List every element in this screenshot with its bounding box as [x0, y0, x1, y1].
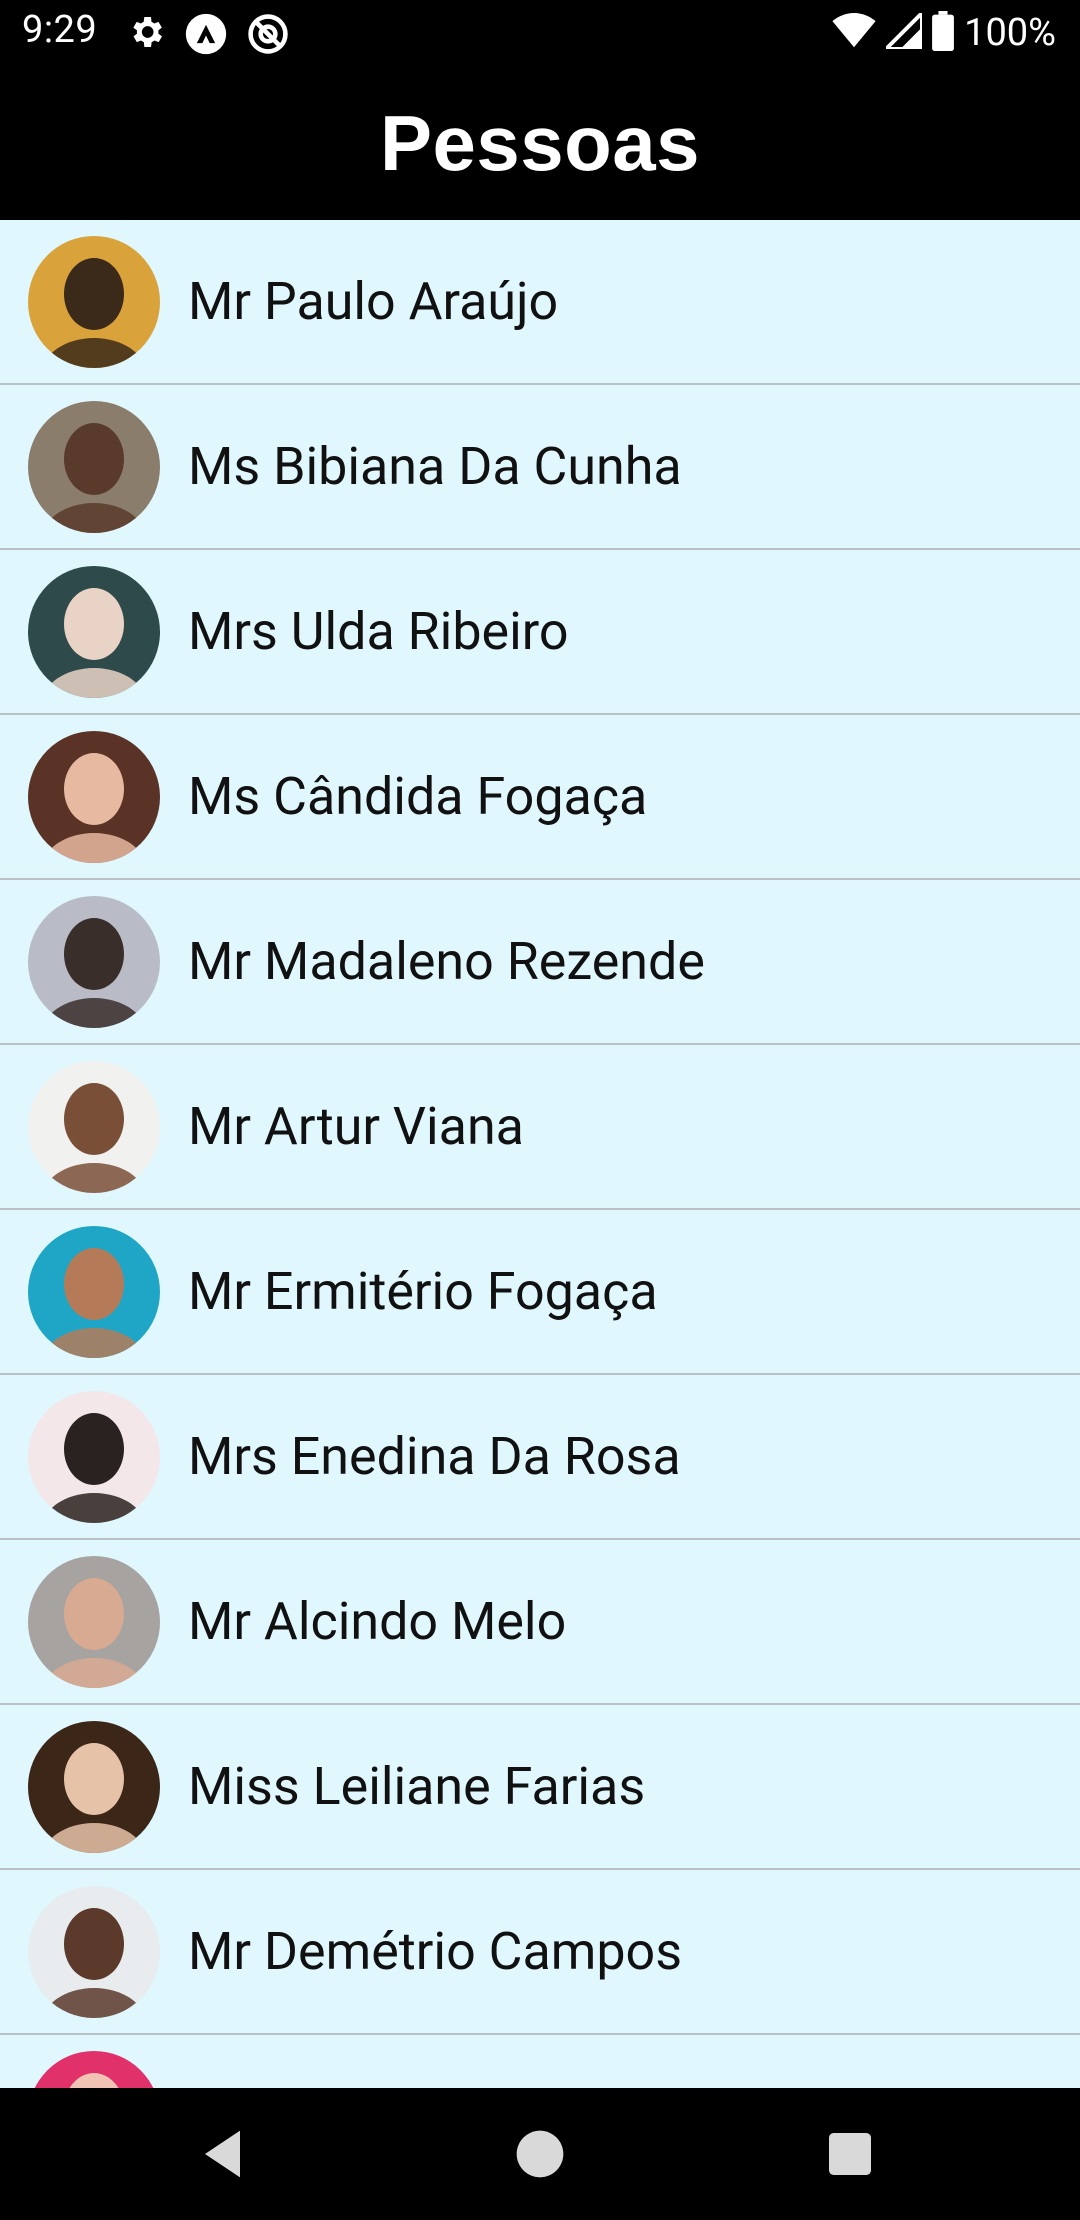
- avatar: [28, 731, 160, 863]
- avatar: [28, 896, 160, 1028]
- status-bar: 9:29 100%: [0, 0, 1080, 66]
- list-item[interactable]: [0, 2035, 1080, 2088]
- no-tracking-icon: [246, 12, 290, 56]
- list-item[interactable]: Mr Paulo Araújo: [0, 220, 1080, 385]
- person-name: Mrs Ulda Ribeiro: [188, 601, 569, 662]
- person-name: Miss Leiliane Farias: [188, 1756, 646, 1817]
- people-list[interactable]: Mr Paulo Araújo Ms Bibiana Da Cunha Mrs Ul…: [0, 220, 1080, 2088]
- avatar: [28, 566, 160, 698]
- signal-icon: [881, 8, 925, 53]
- list-item[interactable]: Mr Demétrio Campos: [0, 1870, 1080, 2035]
- battery-icon: [932, 11, 955, 55]
- status-left-icons: [126, 12, 290, 56]
- app-a-icon: [184, 12, 228, 56]
- avatar: [28, 401, 160, 533]
- list-item[interactable]: Ms Bibiana Da Cunha: [0, 385, 1080, 550]
- person-name: Mr Artur Viana: [188, 1096, 524, 1157]
- person-name: Mr Alcindo Melo: [188, 1591, 567, 1652]
- person-name: Mrs Enedina Da Rosa: [188, 1426, 681, 1487]
- avatar: [28, 2051, 160, 2088]
- avatar: [28, 1061, 160, 1193]
- list-item[interactable]: Mrs Enedina Da Rosa: [0, 1375, 1080, 1540]
- avatar: [28, 1226, 160, 1358]
- person-name: Ms Cândida Fogaça: [188, 766, 648, 827]
- person-name: Mr Paulo Araújo: [188, 271, 559, 332]
- list-item[interactable]: Ms Cândida Fogaça: [0, 715, 1080, 880]
- list-item[interactable]: Miss Leiliane Farias: [0, 1705, 1080, 1870]
- wifi-icon: [832, 13, 876, 53]
- battery-percent: 100%: [964, 11, 1056, 55]
- page-title: Pessoas: [379, 98, 701, 187]
- navigation-bar: [0, 2088, 1080, 2220]
- home-icon[interactable]: [512, 2126, 568, 2182]
- list-item[interactable]: Mr Ermitério Fogaça: [0, 1210, 1080, 1375]
- settings-icon: [126, 12, 166, 56]
- avatar: [28, 236, 160, 368]
- app-bar: Pessoas: [0, 66, 1080, 220]
- list-item[interactable]: Mrs Ulda Ribeiro: [0, 550, 1080, 715]
- status-right: 100%: [832, 8, 1056, 58]
- list-item[interactable]: Mr Alcindo Melo: [0, 1540, 1080, 1705]
- list-item[interactable]: Mr Artur Viana: [0, 1045, 1080, 1210]
- status-time: 9:29: [22, 8, 98, 52]
- person-name: Mr Ermitério Fogaça: [188, 1261, 658, 1322]
- person-name: Mr Demétrio Campos: [188, 1921, 683, 1982]
- back-icon[interactable]: [198, 2126, 254, 2182]
- list-item[interactable]: Mr Madaleno Rezende: [0, 880, 1080, 1045]
- avatar: [28, 1721, 160, 1853]
- avatar: [28, 1886, 160, 2018]
- person-name: Ms Bibiana Da Cunha: [188, 436, 682, 497]
- avatar: [28, 1556, 160, 1688]
- person-name: Mr Madaleno Rezende: [188, 931, 705, 992]
- recents-icon[interactable]: [822, 2126, 878, 2182]
- avatar: [28, 1391, 160, 1523]
